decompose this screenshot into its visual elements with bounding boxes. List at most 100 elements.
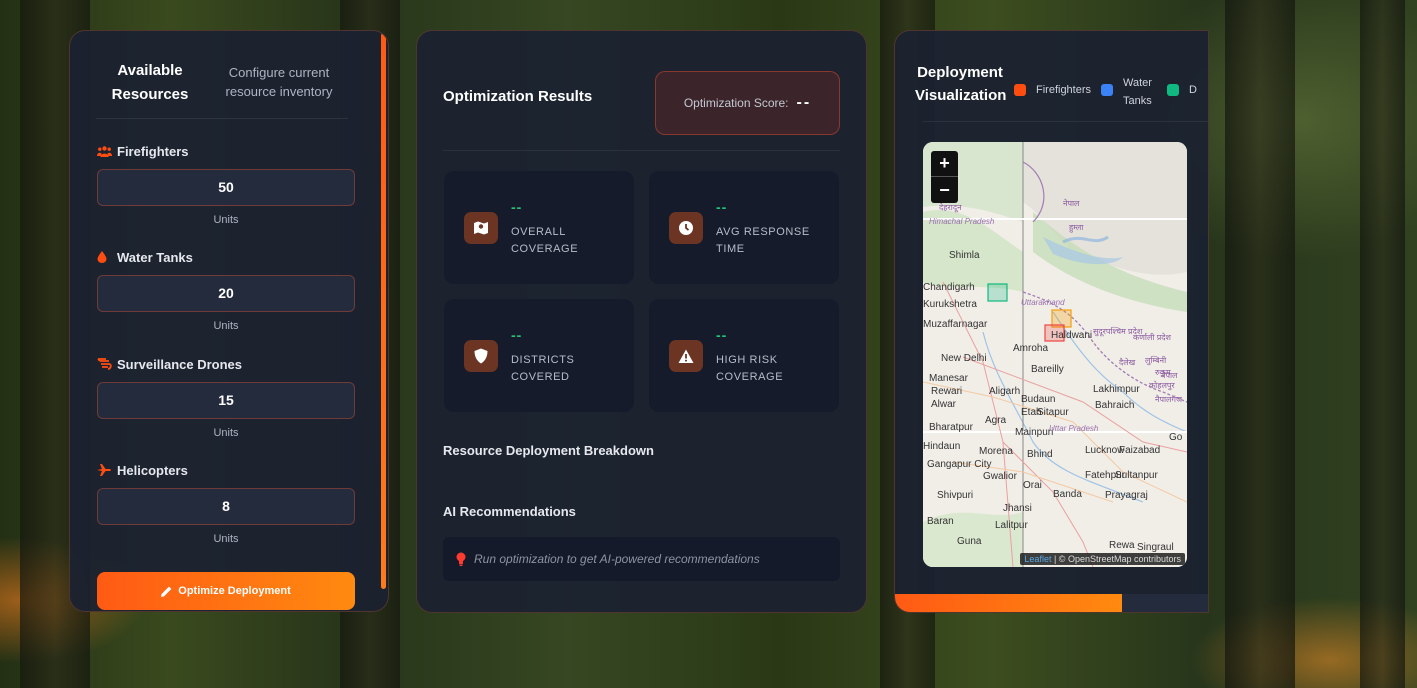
stat-value: -- (511, 327, 523, 343)
map-place-label: Lakhimpur (1093, 384, 1140, 395)
stat-label: High Risk Coverage (716, 354, 784, 383)
resource-unit: Units (213, 320, 239, 332)
resource-water-tanks: Water Tanks 20 Units (97, 248, 355, 332)
map-place-label: Jhansi (1003, 503, 1032, 514)
map-place-label: सुदूरपश्चिम प्रदेश (1093, 327, 1143, 336)
firefighters-input[interactable]: 50 (97, 169, 355, 206)
resource-label: Helicopters (117, 462, 188, 478)
pencil-icon (161, 586, 172, 597)
deployment-progress-track (895, 594, 1208, 612)
legend-item: D (1167, 74, 1197, 106)
map-place-label: Gangapur City (927, 459, 992, 470)
breakdown-title: Resource Deployment Breakdown (443, 443, 654, 458)
map-place-label: Aligarh (989, 386, 1021, 397)
stat-label: Avg Response Time (716, 226, 810, 255)
resource-unit: Units (213, 427, 239, 439)
map-place-label: Baran (927, 516, 954, 527)
resource-surveillance-drones: Surveillance Drones 15 Units (97, 355, 355, 439)
map-place-label: Morena (979, 446, 1013, 457)
zoom-in-button[interactable]: + (931, 151, 958, 177)
map-place-label: Alwar (931, 399, 957, 410)
leaflet-link[interactable]: Leaflet (1024, 554, 1051, 564)
legend-swatch (1101, 84, 1114, 96)
map-place-label: नेपाल (1161, 371, 1178, 380)
tree-trunk (1225, 0, 1295, 688)
legend-item: Water Tanks (1101, 74, 1157, 110)
stat-card-districts-covered: -- Districts Covered (444, 299, 634, 412)
map-place-label: Agra (985, 415, 1007, 426)
map-place-label: Bhind (1027, 449, 1053, 460)
map-place-label: Guna (957, 536, 982, 547)
map-place-label: Uttar Pradesh (1049, 424, 1099, 433)
map-legend: Firefighters Water Tanks D (1014, 74, 1207, 110)
map-place-label: Prayagraj (1105, 490, 1148, 501)
map-place-label: Himachal Pradesh (929, 217, 995, 226)
map-place-label: Rewari (931, 386, 963, 397)
zoom-control: + − (931, 151, 958, 203)
optimization-results-panel: Optimization Results Optimization Score:… (416, 30, 867, 613)
visualization-title: Deployment Visualization (915, 64, 1007, 104)
map-place-label: Bharatpur (929, 422, 973, 433)
divider (923, 121, 1208, 122)
warning-icon (669, 340, 703, 372)
drones-input[interactable]: 15 (97, 382, 355, 419)
map-place-label: हुम्ला (1069, 223, 1084, 232)
legend-swatch (1167, 84, 1180, 96)
stat-card-high-risk-coverage: -- High Risk Coverage (649, 299, 839, 412)
map-place-label: Hindaun (923, 441, 961, 452)
map-attribution: Leaflet | © OpenStreetMap contributors (1020, 553, 1185, 565)
drone-icon (97, 357, 115, 371)
resources-panel: Available Resources Configure current re… (69, 30, 389, 612)
legend-label: D (1189, 84, 1197, 96)
stat-label: Overall Coverage (511, 226, 579, 255)
score-label: Optimization Score: (683, 96, 789, 110)
map-place-label: Haldwani (1051, 330, 1093, 341)
map-place-label: Amroha (1013, 343, 1049, 354)
ai-recommendations-box: Run optimization to get AI-powered recom… (443, 537, 840, 581)
lightbulb-icon (456, 552, 466, 566)
map-place-label: Budaun (1021, 394, 1056, 405)
resource-unit: Units (213, 214, 239, 226)
stat-value: -- (716, 199, 728, 215)
resource-unit: Units (213, 533, 239, 545)
resource-helicopters: Helicopters 8 Units (97, 461, 355, 545)
map-place-label: Kurukshetra (923, 299, 977, 310)
map-place-label: Uttarakhand (1021, 298, 1065, 307)
clock-icon (669, 212, 703, 244)
map-place-label: Singraul (1137, 542, 1174, 553)
score-value: -- (796, 94, 812, 111)
map-place-label: Faizabad (1119, 445, 1161, 456)
map-place-label: Bareilly (1031, 364, 1064, 375)
resources-header: Available Resources Configure current re… (96, 59, 348, 119)
map-place-label: Banda (1053, 489, 1082, 500)
droplet-icon (97, 250, 115, 264)
optimize-label: Optimize Deployment (178, 585, 291, 597)
map-place-label: Sultanpur (1115, 470, 1158, 481)
legend-label: Firefighters (1036, 84, 1092, 96)
stat-card-avg-response-time: -- Avg Response Time (649, 171, 839, 284)
stat-value: -- (716, 327, 728, 343)
map-place-label: Rewa (1109, 540, 1135, 551)
optimize-deployment-button[interactable]: Optimize Deployment (97, 572, 355, 610)
map-place-label: Lalitpur (995, 520, 1028, 531)
scrollbar[interactable] (381, 33, 386, 589)
stat-value: -- (511, 199, 523, 215)
helicopters-input[interactable]: 8 (97, 488, 355, 525)
deployment-visualization-panel: Deployment Visualization Firefighters Wa… (894, 30, 1209, 613)
map-place-label: Sitapur (1037, 407, 1069, 418)
people-icon (97, 144, 115, 158)
map-place-label: Manesar (929, 373, 968, 384)
legend-label: Water Tanks (1123, 77, 1152, 107)
deployment-map[interactable]: Shimla Chandigarh Kurukshetra Muzaffarnagar… (923, 142, 1187, 567)
ai-recommendations-title: AI Recommendations (443, 504, 576, 519)
water-tanks-input[interactable]: 20 (97, 275, 355, 312)
legend-item: Firefighters (1014, 74, 1091, 106)
resource-label: Surveillance Drones (117, 356, 242, 372)
zoom-out-button[interactable]: − (931, 177, 958, 203)
stat-card-overall-coverage: -- Overall Coverage (444, 171, 634, 284)
optimization-score: Optimization Score: -- (655, 71, 840, 135)
stat-label: Districts Covered (511, 354, 575, 383)
attribution-text: | © OpenStreetMap contributors (1053, 554, 1181, 564)
map-place-label: Orai (1023, 480, 1042, 491)
map-place-label: Chandigarh (923, 282, 975, 293)
